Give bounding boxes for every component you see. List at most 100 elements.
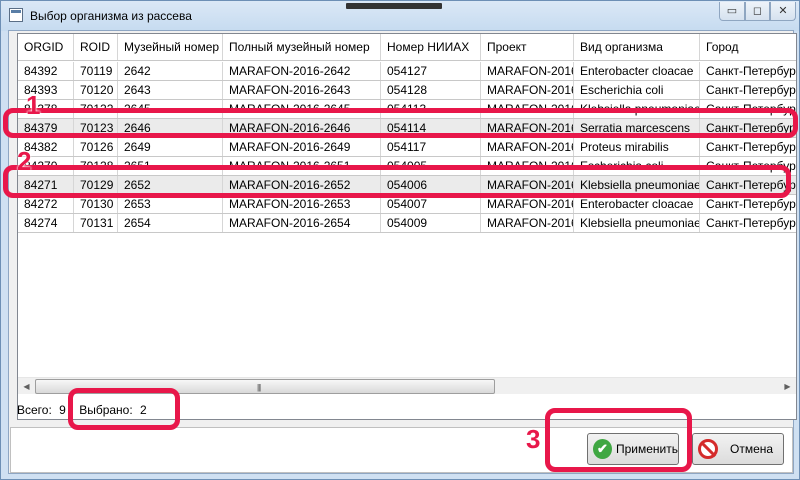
maximize-button[interactable]: ◻ [745,2,770,21]
table-cell-city: Санкт-Петербург [700,100,796,118]
table-cell-roid: 70130 [74,195,118,213]
table-cell-organism: Klebsiella pneumoniae [574,214,700,232]
table-cell-city: Санкт-Петербург [700,81,796,99]
table-header: ORGID ROID Музейный номер Полный музейный н… [18,34,796,61]
grip-icon: ||| [257,383,261,392]
table-cell-niiah-number: 054114 [381,119,481,137]
table-cell-roid: 70131 [74,214,118,232]
table-cell-organism: Klebsiella pneumoniae [574,100,700,118]
minimize-button[interactable]: ▭ [719,2,745,21]
close-button[interactable]: ✕ [770,2,796,21]
table-row[interactable]: 84274 70131 2654 MARAFON-2016-2654 054009 MAR… [18,214,796,233]
table-cell-roid: 70128 [74,157,118,175]
table-cell-orgid: 84392 [18,62,74,80]
table-cell-organism: Klebsiella pneumoniae [574,176,700,194]
window-icon [9,8,23,22]
window-title: Выбор организма из рассева [30,9,192,23]
table-cell-full-museum-number: MARAFON-2016-2646 [223,119,381,137]
table-row[interactable]: 84392 70119 2642 MARAFON-2016-2642 054127 MAR… [18,62,796,81]
table-cell-roid: 70123 [74,119,118,137]
table-cell-project: MARAFON-2016 [481,100,574,118]
table-cell-museum-number: 2651 [118,157,223,175]
column-header-orgid[interactable]: ORGID [18,34,74,60]
check-icon: ✔ [593,439,612,459]
table-cell-museum-number: 2645 [118,100,223,118]
table-cell-museum-number: 2653 [118,195,223,213]
table-cell-city: Санкт-Петербург [700,119,796,137]
status-counts: Всего: 9 Выбрано: 2 [17,403,151,417]
table-cell-niiah-number: 054006 [381,176,481,194]
table-cell-organism: Escherichia coli [574,157,700,175]
table-row[interactable]: 84382 70126 2649 MARAFON-2016-2649 054117 MAR… [18,138,796,157]
table-cell-project: MARAFON-2016 [481,81,574,99]
table-cell-city: Санкт-Петербург [700,62,796,80]
dialog-window: Выбор организма из рассева ▭ ◻ ✕ ORGID RO… [0,0,800,480]
table-cell-museum-number: 2646 [118,119,223,137]
column-header-full-museum-number[interactable]: Полный музейный номер [223,34,381,60]
table-cell-orgid: 84272 [18,195,74,213]
table-cell-full-museum-number: MARAFON-2016-2649 [223,138,381,156]
annotation-number-2: 2 [17,146,32,176]
table-cell-roid: 70129 [74,176,118,194]
table-cell-niiah-number: 054113 [381,100,481,118]
column-header-roid[interactable]: ROID [74,34,118,60]
table-row[interactable]: 84272 70130 2653 MARAFON-2016-2653 054007 MAR… [18,195,796,214]
table-cell-niiah-number: 054117 [381,138,481,156]
table-cell-niiah-number: 054128 [381,81,481,99]
table-cell-roid: 70126 [74,138,118,156]
table-cell-roid: 70122 [74,100,118,118]
table-row[interactable]: 84378 70122 2645 MARAFON-2016-2645 054113 MAR… [18,100,796,119]
table-cell-full-museum-number: MARAFON-2016-2642 [223,62,381,80]
scroll-left-icon[interactable]: ◀ [18,378,35,395]
table-cell-roid: 70119 [74,62,118,80]
table-cell-project: MARAFON-2016 [481,62,574,80]
column-header-city[interactable]: Город [700,34,796,60]
dialog-content: ORGID ROID Музейный номер Полный музейный н… [8,30,797,474]
table-cell-museum-number: 2649 [118,138,223,156]
table-row[interactable]: 84270 70128 2651 MARAFON-2016-2651 054005 MAR… [18,157,796,176]
table-cell-project: MARAFON-2016 [481,119,574,137]
table-cell-museum-number: 2652 [118,176,223,194]
table-cell-city: Санкт-Петербург [700,176,796,194]
maximize-icon: ◻ [752,4,763,17]
column-header-project[interactable]: Проект [481,34,574,60]
scroll-right-icon[interactable]: ▶ [779,378,796,395]
column-header-organism[interactable]: Вид организма [574,34,700,60]
scrollbar-thumb[interactable]: ||| [35,379,495,394]
selected-label: Выбрано: [79,403,133,417]
annotation-number-1: 1 [26,90,41,120]
cancel-label: Отмена [730,442,774,456]
horizontal-scrollbar[interactable]: ◀ ||| ▶ [18,377,796,394]
table-cell-full-museum-number: MARAFON-2016-2653 [223,195,381,213]
table-row[interactable]: 84271 70129 2652 MARAFON-2016-2652 054006 MAR… [18,176,796,195]
table-cell-roid: 70120 [74,81,118,99]
column-header-niiah-number[interactable]: Номер НИИАХ [381,34,481,60]
table-cell-full-museum-number: MARAFON-2016-2643 [223,81,381,99]
table-cell-project: MARAFON-2016 [481,176,574,194]
table-cell-project: MARAFON-2016 [481,138,574,156]
column-header-museum-number[interactable]: Музейный номер [118,34,223,60]
table-cell-full-museum-number: MARAFON-2016-2651 [223,157,381,175]
table-cell-city: Санкт-Петербург [700,214,796,232]
table-cell-organism: Serratia marcescens [574,119,700,137]
table-cell-museum-number: 2642 [118,62,223,80]
table-cell-city: Санкт-Петербург [700,195,796,213]
apply-button[interactable]: ✔ Применить [587,433,679,465]
table-cell-niiah-number: 054005 [381,157,481,175]
table-cell-city: Санкт-Петербург [700,138,796,156]
table-cell-full-museum-number: MARAFON-2016-2652 [223,176,381,194]
table-cell-niiah-number: 054127 [381,62,481,80]
organisms-table: ORGID ROID Музейный номер Полный музейный н… [17,33,797,420]
annotation-number-3: 3 [526,424,541,454]
splitter-handle[interactable] [346,3,442,9]
table-cell-orgid: 84271 [18,176,74,194]
table-cell-project: MARAFON-2016 [481,195,574,213]
table-cell-orgid: 84274 [18,214,74,232]
table-row[interactable]: 84379 70123 2646 MARAFON-2016-2646 054114 MAR… [18,119,796,138]
apply-label: Применить [615,442,678,456]
table-cell-organism: Enterobacter cloacae [574,195,700,213]
cancel-button[interactable]: Отмена [692,433,784,465]
table-cell-organism: Proteus mirabilis [574,138,700,156]
table-cell-organism: Enterobacter cloacae [574,62,700,80]
table-row[interactable]: 84393 70120 2643 MARAFON-2016-2643 054128 MAR… [18,81,796,100]
